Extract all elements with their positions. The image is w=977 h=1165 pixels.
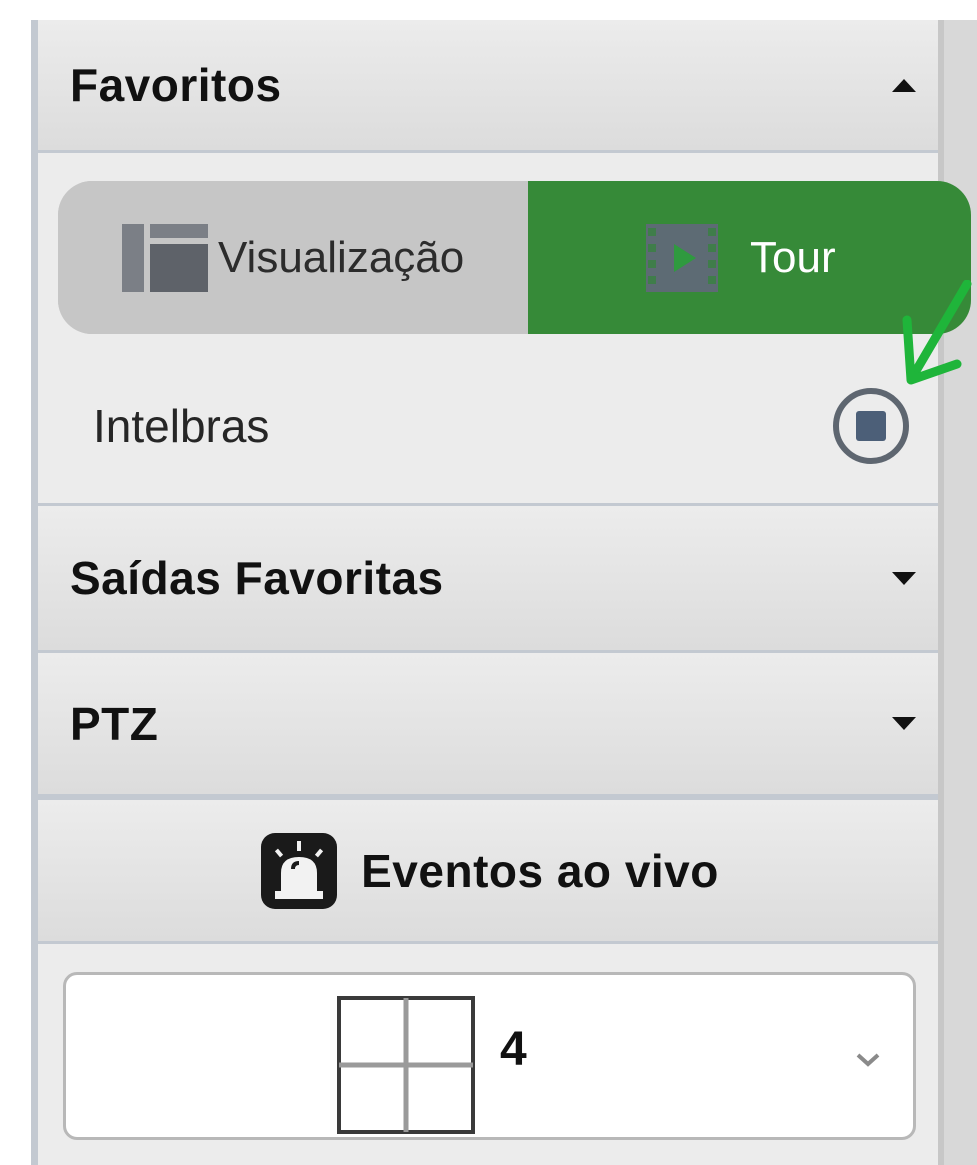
stop-circle-icon (833, 388, 909, 464)
visualizacao-label: Visualização (218, 232, 465, 282)
layout-value: 4 (500, 1023, 527, 1076)
triangle-down-icon[interactable] (892, 571, 916, 585)
triangle-down-icon[interactable] (892, 717, 916, 730)
tour-item-intelbras[interactable]: Intelbras (38, 371, 938, 481)
ptz-title: PTZ (70, 697, 159, 750)
grid-2x2-icon (337, 996, 475, 1134)
annotation-arrow-icon (902, 280, 972, 385)
tour-item-name: Intelbras (93, 400, 270, 452)
tour-label: Tour (750, 232, 836, 282)
layout-selector[interactable]: 4 (63, 972, 916, 1140)
layout-view-icon (122, 223, 208, 292)
favoritos-title: Favoritos (70, 59, 282, 111)
saidas-favoritas-title: Saídas Favoritas (70, 552, 444, 604)
film-play-icon (646, 223, 718, 292)
alarm-siren-icon (261, 832, 338, 909)
favoritos-content: Visualização Tour Intelbras (38, 153, 971, 503)
saidas-favoritas-header[interactable]: Saídas Favoritas (38, 503, 938, 653)
triangle-up-icon[interactable] (892, 78, 916, 92)
eventos-label: Eventos ao vivo (361, 844, 719, 897)
toggle-visualizacao[interactable]: Visualização (58, 181, 528, 334)
ptz-header[interactable]: PTZ (38, 653, 938, 797)
panel-left-border (31, 20, 38, 1165)
favoritos-header[interactable]: Favoritos (38, 20, 938, 153)
view-tour-toggle: Visualização Tour (58, 181, 971, 334)
eventos-ao-vivo-button[interactable]: Eventos ao vivo (38, 797, 938, 944)
stop-tour-button[interactable] (830, 385, 912, 467)
chevron-down-icon[interactable] (856, 1053, 880, 1067)
screenshot-stage: Favoritos Visualização Tour Intelbras Sa… (0, 0, 977, 1165)
